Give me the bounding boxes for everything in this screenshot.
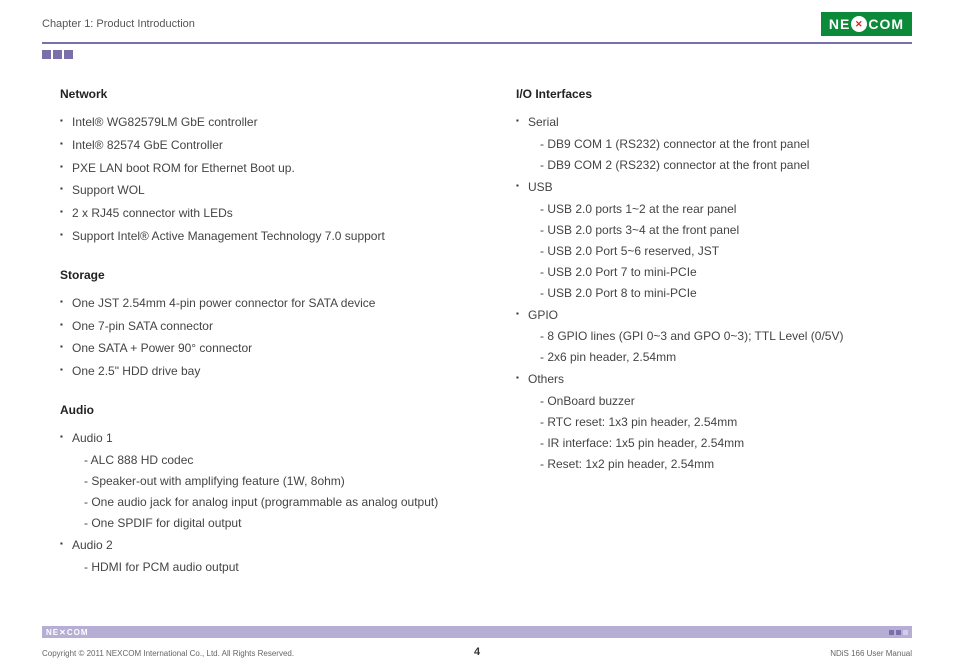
list-item: USB - USB 2.0 ports 1~2 at the rear pane… [516,176,912,304]
nexcom-logo: NE COM [821,12,912,36]
audio2-sublist: - HDMI for PCM audio output [84,557,456,578]
list-item: 2 x RJ45 connector with LEDs [60,202,456,225]
logo-text-pre: NE [829,16,850,32]
usb-label: USB [528,180,553,194]
page-header: Chapter 1: Product Introduction NE COM [0,0,954,42]
sub-item: - USB 2.0 ports 3~4 at the front panel [540,220,912,241]
serial-sublist: - DB9 COM 1 (RS232) connector at the fro… [540,134,912,176]
sub-item: - Reset: 1x2 pin header, 2.54mm [540,454,912,475]
gpio-sublist: - 8 GPIO lines (GPI 0~3 and GPO 0~3); TT… [540,326,912,368]
sub-item: - USB 2.0 Port 5~6 reserved, JST [540,241,912,262]
sub-item: - USB 2.0 ports 1~2 at the rear panel [540,199,912,220]
sub-item: - HDMI for PCM audio output [84,557,456,578]
list-item: PXE LAN boot ROM for Ethernet Boot up. [60,157,456,180]
audio1-sublist: - ALC 888 HD codec - Speaker-out with am… [84,450,456,534]
manual-name: NDiS 166 User Manual [830,649,912,658]
sub-item: - USB 2.0 Port 7 to mini-PCIe [540,262,912,283]
list-item: Support Intel® Active Management Technol… [60,225,456,248]
sub-item: - USB 2.0 Port 8 to mini-PCIe [540,283,912,304]
header-rule [42,42,912,44]
decorative-squares [42,50,954,59]
list-item: Serial - DB9 COM 1 (RS232) connector at … [516,111,912,176]
sub-item: - One SPDIF for digital output [84,513,456,534]
list-item: GPIO - 8 GPIO lines (GPI 0~3 and GPO 0~3… [516,304,912,369]
logo-text-post: COM [868,16,904,32]
footer-bar: NE✕COM [42,626,912,638]
footer-logo-small: NE✕COM [46,628,88,637]
list-item: Support WOL [60,179,456,202]
storage-list: One JST 2.54mm 4-pin power connector for… [60,292,456,383]
sub-item: - DB9 COM 1 (RS232) connector at the fro… [540,134,912,155]
list-item: Intel® 82574 GbE Controller [60,134,456,157]
chapter-title: Chapter 1: Product Introduction [42,18,195,30]
network-list: Intel® WG82579LM GbE controller Intel® 8… [60,111,456,248]
audio-list: Audio 1 - ALC 888 HD codec - Speaker-out… [60,427,456,578]
right-column: I/O Interfaces Serial - DB9 COM 1 (RS232… [516,87,912,598]
list-item: One 7-pin SATA connector [60,315,456,338]
page-number: 4 [474,646,480,658]
others-sublist: - OnBoard buzzer - RTC reset: 1x3 pin he… [540,391,912,475]
others-label: Others [528,372,564,386]
io-heading: I/O Interfaces [516,87,912,101]
list-item: One JST 2.54mm 4-pin power connector for… [60,292,456,315]
copyright-text: Copyright © 2011 NEXCOM International Co… [42,649,294,658]
gpio-label: GPIO [528,308,558,322]
list-item: Others - OnBoard buzzer - RTC reset: 1x3… [516,368,912,475]
sub-item: - Speaker-out with amplifying feature (1… [84,471,456,492]
footer-dots-icon [889,630,908,635]
square-icon [53,50,62,59]
square-icon [64,50,73,59]
sub-item: - One audio jack for analog input (progr… [84,492,456,513]
content-area: Network Intel® WG82579LM GbE controller … [0,59,954,598]
sub-item: - RTC reset: 1x3 pin header, 2.54mm [540,412,912,433]
network-heading: Network [60,87,456,101]
sub-item: - ALC 888 HD codec [84,450,456,471]
audio2-label: Audio 2 [72,538,113,552]
audio1-label: Audio 1 [72,431,113,445]
list-item: One 2.5" HDD drive bay [60,360,456,383]
sub-item: - OnBoard buzzer [540,391,912,412]
audio-heading: Audio [60,403,456,417]
list-item: One SATA + Power 90° connector [60,337,456,360]
sub-item: - 2x6 pin header, 2.54mm [540,347,912,368]
list-item: Audio 1 - ALC 888 HD codec - Speaker-out… [60,427,456,534]
serial-label: Serial [528,115,559,129]
logo-box: NE COM [821,12,912,36]
logo-x-icon [851,16,867,32]
storage-heading: Storage [60,268,456,282]
sub-item: - IR interface: 1x5 pin header, 2.54mm [540,433,912,454]
usb-sublist: - USB 2.0 ports 1~2 at the rear panel - … [540,199,912,304]
square-icon [42,50,51,59]
sub-item: - 8 GPIO lines (GPI 0~3 and GPO 0~3); TT… [540,326,912,347]
list-item: Intel® WG82579LM GbE controller [60,111,456,134]
io-list: Serial - DB9 COM 1 (RS232) connector at … [516,111,912,475]
list-item: Audio 2 - HDMI for PCM audio output [60,534,456,578]
sub-item: - DB9 COM 2 (RS232) connector at the fro… [540,155,912,176]
left-column: Network Intel® WG82579LM GbE controller … [60,87,456,598]
